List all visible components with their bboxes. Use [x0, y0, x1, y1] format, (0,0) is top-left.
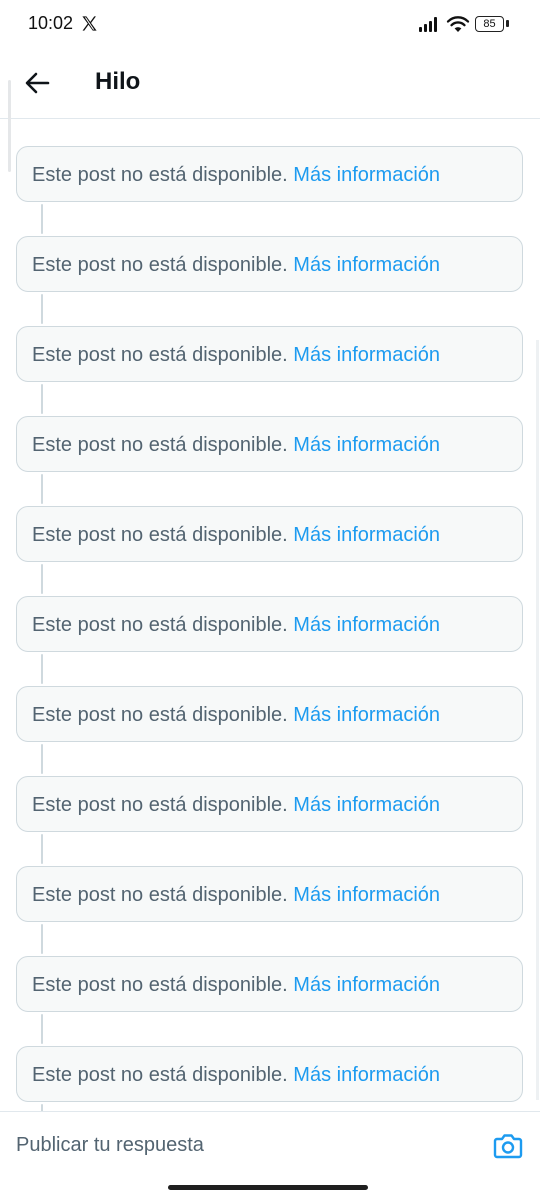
thread-item: Este post no está disponible. Más inform… [0, 506, 540, 596]
thread-connector-line [41, 204, 43, 234]
more-info-link[interactable]: Más información [293, 254, 440, 276]
status-time: 10:02 [28, 13, 74, 33]
signal-icon [419, 17, 437, 32]
unavailable-post-card[interactable]: Este post no está disponible. Más inform… [16, 866, 523, 922]
camera-icon[interactable] [493, 1132, 523, 1160]
more-info-link[interactable]: Más información [293, 524, 440, 546]
thread-connector-line [41, 654, 43, 684]
thread-list: Este post no está disponible. Más inform… [0, 146, 540, 1136]
unavailable-post-message: Este post no está disponible. [32, 344, 288, 366]
x-logo-icon [82, 16, 97, 31]
battery-level: 85 [475, 16, 504, 32]
thread-connector-line [41, 474, 43, 504]
thread-connector-line [41, 924, 43, 954]
unavailable-post-card[interactable]: Este post no está disponible. Más inform… [16, 596, 523, 652]
unavailable-post-message: Este post no está disponible. [32, 434, 288, 456]
unavailable-post-card[interactable]: Este post no está disponible. Más inform… [16, 506, 523, 562]
thread-item: Este post no está disponible. Más inform… [0, 776, 540, 866]
unavailable-post-card[interactable]: Este post no está disponible. Más inform… [16, 776, 523, 832]
unavailable-post-message: Este post no está disponible. [32, 704, 288, 726]
page-title: Hilo [95, 68, 141, 95]
unavailable-post-message: Este post no está disponible. [32, 614, 288, 636]
battery-tip [506, 20, 509, 27]
more-info-link[interactable]: Más información [293, 794, 440, 816]
thread-connector-line [41, 294, 43, 324]
reply-bar: Publicar tu respuesta [0, 1111, 540, 1178]
home-indicator[interactable] [168, 1185, 368, 1190]
more-info-link[interactable]: Más información [293, 704, 440, 726]
battery-icon: 85 [475, 16, 509, 32]
reply-input[interactable]: Publicar tu respuesta [16, 1134, 204, 1157]
thread-item: Este post no está disponible. Más inform… [0, 326, 540, 416]
unavailable-post-message: Este post no está disponible. [32, 524, 288, 546]
thread-item: Este post no está disponible. Más inform… [0, 596, 540, 686]
thread-item: Este post no está disponible. Más inform… [0, 686, 540, 776]
thread-connector-line [41, 744, 43, 774]
thread-item: Este post no está disponible. Más inform… [0, 956, 540, 1046]
back-button[interactable] [20, 66, 54, 100]
thread-item: Este post no está disponible. Más inform… [0, 146, 540, 236]
unavailable-post-message: Este post no está disponible. [32, 974, 288, 996]
unavailable-post-message: Este post no está disponible. [32, 884, 288, 906]
thread-item: Este post no está disponible. Más inform… [0, 416, 540, 506]
thread-connector-line [41, 564, 43, 594]
more-info-link[interactable]: Más información [293, 164, 440, 186]
unavailable-post-card[interactable]: Este post no está disponible. Más inform… [16, 956, 523, 1012]
wifi-icon [446, 16, 470, 32]
more-info-link[interactable]: Más información [293, 344, 440, 366]
more-info-link[interactable]: Más información [293, 1064, 440, 1086]
unavailable-post-card[interactable]: Este post no está disponible. Más inform… [16, 416, 523, 472]
thread-connector-line [41, 834, 43, 864]
more-info-link[interactable]: Más información [293, 434, 440, 456]
unavailable-post-card[interactable]: Este post no está disponible. Más inform… [16, 326, 523, 382]
thread-item: Este post no está disponible. Más inform… [0, 866, 540, 956]
status-bar: 10:02 85 [0, 0, 540, 48]
more-info-link[interactable]: Más información [293, 974, 440, 996]
unavailable-post-card[interactable]: Este post no está disponible. Más inform… [16, 1046, 523, 1102]
arrow-left-icon [25, 72, 50, 94]
unavailable-post-card[interactable]: Este post no está disponible. Más inform… [16, 686, 523, 742]
unavailable-post-message: Este post no está disponible. [32, 1064, 288, 1086]
more-info-link[interactable]: Más información [293, 614, 440, 636]
header: Hilo [0, 48, 540, 119]
thread-connector-line [41, 1014, 43, 1044]
unavailable-post-message: Este post no está disponible. [32, 254, 288, 276]
unavailable-post-message: Este post no está disponible. [32, 794, 288, 816]
thread-item: Este post no está disponible. Más inform… [0, 236, 540, 326]
unavailable-post-card[interactable]: Este post no está disponible. Más inform… [16, 236, 523, 292]
unavailable-post-message: Este post no está disponible. [32, 164, 288, 186]
thread-connector-line [41, 384, 43, 414]
more-info-link[interactable]: Más información [293, 884, 440, 906]
unavailable-post-card[interactable]: Este post no está disponible. Más inform… [16, 146, 523, 202]
